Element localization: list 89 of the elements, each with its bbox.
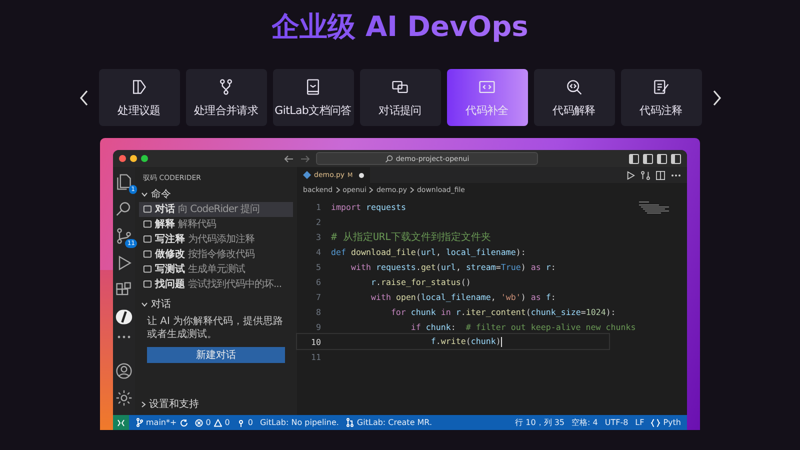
search-icon[interactable] (115, 200, 133, 218)
feature-tab[interactable]: 对话提问 (360, 69, 440, 126)
section-header[interactable]: 命令 (139, 186, 173, 202)
code-line: for chunk in r.iter_content(chunk_size=1024): (390, 306, 616, 316)
more-icon[interactable] (117, 335, 131, 339)
chevron-right-icon (141, 400, 146, 408)
line-ending-status[interactable]: LF (635, 418, 644, 427)
cursor-position[interactable]: 行 10，列 35 (515, 417, 565, 428)
chevron-right-icon (410, 187, 414, 193)
command-item[interactable]: 写注释 为代码添加注释 (139, 232, 293, 247)
run-icon[interactable] (626, 170, 635, 180)
page-heading: 企业级 AI DevOps (272, 10, 528, 44)
code-line: with requests.get(url, stream=True) as r: (350, 262, 556, 272)
account-icon[interactable] (115, 362, 133, 380)
new-chat-button[interactable]: 新建对话 (147, 347, 285, 363)
line-number: 6 (315, 276, 322, 286)
feature-tab[interactable]: GitLab文档问答 (272, 69, 354, 126)
line-number: 1 (315, 202, 322, 212)
feature-tab[interactable]: 处理合并请求 (186, 69, 266, 126)
chat-description: 让 AI 为你解释代码，提供思路或者生成测试。 (147, 315, 284, 341)
command-item[interactable]: 做修改 按指令修改代码 (139, 247, 293, 262)
sidebar-layout-icon[interactable] (629, 154, 639, 164)
encoding-status[interactable]: UTF-8 (604, 418, 628, 427)
magnifier-code-icon (565, 78, 583, 96)
feature-tab[interactable]: 处理议题 (98, 69, 180, 126)
notepad-pen-icon (652, 78, 670, 96)
feature-tab[interactable]: 代码解释 (534, 69, 614, 126)
code-line: # 从指定URL下载文件到指定文件夹 (331, 230, 492, 244)
line-number: 9 (315, 322, 322, 332)
section-header[interactable]: 对话 (139, 296, 173, 312)
remote-button[interactable] (113, 415, 129, 430)
slash-logo-icon[interactable] (115, 308, 133, 326)
close-button[interactable] (119, 155, 126, 162)
line-number: 5 (315, 262, 322, 272)
code-line: import requests (331, 202, 406, 212)
minimize-button[interactable] (130, 155, 137, 162)
remote-icon (117, 418, 125, 426)
back-arrow-icon[interactable] (284, 154, 294, 162)
chevron-left-icon[interactable] (78, 90, 88, 106)
line-number: 8 (315, 306, 322, 316)
doc-flag-icon (130, 78, 148, 96)
braces-icon (651, 418, 660, 426)
language-status[interactable]: Pyth (651, 418, 687, 427)
forward-arrow-icon[interactable] (300, 154, 310, 162)
more-icon[interactable] (671, 174, 681, 176)
branch-icon (217, 78, 235, 96)
command-item[interactable]: 解释 解释代码 (139, 217, 293, 232)
line-number: 7 (315, 292, 322, 302)
line-number: 4 (315, 246, 322, 256)
line-number: 3 (315, 232, 322, 242)
compare-icon[interactable] (641, 170, 650, 180)
files-icon[interactable] (115, 173, 133, 191)
book-icon (304, 78, 322, 96)
split-editor-icon[interactable] (656, 170, 665, 180)
settings-support-header[interactable]: 设置和支持 (139, 396, 201, 412)
indentation-status[interactable]: 空格: 4 (572, 417, 598, 428)
pipeline-status[interactable]: GitLab: No pipeline. (260, 418, 339, 427)
chevron-right-icon (369, 187, 374, 193)
search-icon (384, 154, 393, 162)
problems-status[interactable]: 0 0 (194, 418, 230, 427)
command-item[interactable]: 写测试 生成单元测试 (139, 262, 293, 277)
feature-tab[interactable]: 代码注释 (620, 69, 702, 126)
python-file-icon (303, 171, 311, 179)
code-line: f.write(chunk) (430, 336, 502, 347)
line-number: 2 (315, 216, 322, 226)
code-line: def download_file(url, local_filename): (331, 246, 526, 256)
chevron-down-icon (141, 302, 148, 306)
maximize-button[interactable] (141, 155, 148, 162)
code-line: if chunk: # filter out keep-alive new chunks (410, 322, 636, 332)
chevron-down-icon (141, 192, 148, 196)
merge-request-status[interactable]: GitLab: Create MR. (346, 418, 432, 427)
command-item[interactable]: 对话 向 CodeRider 提问 (139, 202, 293, 217)
antenna-icon (236, 418, 245, 426)
warning-icon (214, 418, 222, 426)
error-icon (194, 418, 203, 426)
code-line: with open(local_filename, 'wb') as f: (370, 292, 556, 302)
branch-status[interactable]: main*+ (136, 418, 188, 427)
chevron-right-icon (336, 187, 340, 193)
code-line: r.raise_for_status() (370, 276, 471, 286)
branch-icon (136, 418, 143, 427)
merge-request-icon (346, 418, 354, 427)
settings-icon[interactable] (115, 389, 133, 407)
ports-status[interactable]: 0 (236, 418, 253, 427)
line-number: 11 (310, 352, 322, 362)
source-control-icon[interactable] (115, 227, 133, 245)
line-number: 10 (310, 336, 322, 346)
chevron-right-icon[interactable] (712, 90, 722, 106)
sync-icon (180, 418, 188, 426)
command-item[interactable]: 找问题 尝试找到代码中的坏... (139, 277, 293, 292)
